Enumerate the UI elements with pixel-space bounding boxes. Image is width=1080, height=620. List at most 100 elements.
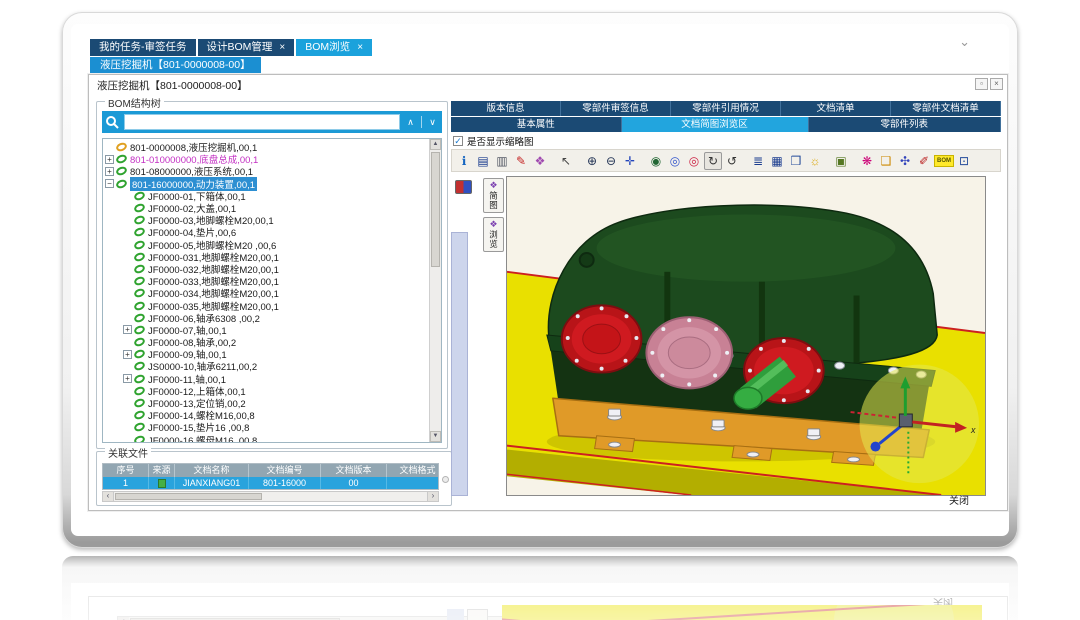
render-mode-icon[interactable]: ❋ bbox=[858, 152, 876, 170]
document-book-icon[interactable] bbox=[455, 180, 472, 194]
select-cursor-icon[interactable]: ↖ bbox=[557, 152, 575, 170]
part-link-icon bbox=[133, 385, 146, 397]
bom-label-icon[interactable]: BOM bbox=[934, 155, 954, 167]
main-tab-label: 设计BOM管理 bbox=[207, 39, 273, 56]
column-header[interactable]: 文档格式 bbox=[387, 464, 439, 477]
zoom-in-icon[interactable]: ⊕ bbox=[583, 152, 601, 170]
part-link-icon bbox=[133, 202, 146, 214]
view-cube-icon[interactable]: ❒ bbox=[787, 152, 805, 170]
tree-expander-icon[interactable]: + bbox=[105, 155, 114, 164]
table-row[interactable]: 1 JIANXIANG01 801-16000 00 bbox=[103, 477, 438, 490]
column-header[interactable]: 序号 bbox=[103, 464, 149, 477]
tab-close-icon[interactable]: × bbox=[279, 39, 285, 56]
info-icon[interactable]: ℹ bbox=[455, 152, 473, 170]
detail-tab[interactable]: 文档清单 bbox=[781, 101, 891, 116]
table-corner-button[interactable] bbox=[442, 476, 449, 483]
close-button[interactable]: × bbox=[990, 78, 1003, 90]
tree-item-label: JF0000-16,螺母M16 ,00,8 bbox=[148, 433, 257, 443]
3d-model-canvas[interactable]: x bbox=[506, 176, 986, 496]
zoom-out-icon[interactable]: ⊖ bbox=[602, 152, 620, 170]
material-icon[interactable]: ❑ bbox=[877, 152, 895, 170]
part-link-icon bbox=[133, 336, 146, 348]
viewer-side-tab[interactable]: ❖ 简图 bbox=[483, 178, 504, 213]
column-header[interactable]: 来源 bbox=[149, 464, 175, 477]
scrollbar-thumb[interactable] bbox=[431, 152, 440, 267]
tree-expander-icon[interactable]: + bbox=[123, 325, 132, 334]
part-link-icon bbox=[133, 288, 146, 300]
tree-item[interactable]: JF0000-16,螺母M16 ,00,8 bbox=[105, 434, 427, 444]
minimize-button[interactable]: ▫ bbox=[975, 78, 988, 90]
orbit-icon[interactable]: ↺ bbox=[723, 152, 741, 170]
viewer-toolbar: ℹ ▤ ▥ ✎ ❖ ↖ ⊕ ⊖ bbox=[451, 149, 1001, 172]
section-table-icon[interactable]: ▦ bbox=[768, 152, 786, 170]
tree-expander-icon[interactable]: + bbox=[105, 167, 114, 176]
close-window-link[interactable]: 关闭 bbox=[949, 492, 969, 507]
snapshot-icon[interactable]: ▣ bbox=[832, 152, 850, 170]
document-tab[interactable]: 液压挖掘机【801-0000008-00】 bbox=[90, 57, 261, 73]
zoom-window-icon[interactable]: ◉ bbox=[647, 152, 665, 170]
bom-tree-panel: BOM结构树 ∧ ∨ 80 bbox=[96, 101, 448, 449]
tree-expander-icon[interactable]: − bbox=[105, 179, 114, 188]
search-next-icon[interactable]: ∨ bbox=[426, 117, 439, 128]
detail-tab[interactable]: 版本信息 bbox=[451, 101, 561, 116]
part-link-icon bbox=[133, 312, 146, 324]
viewer-side-tab-label: 浏览 bbox=[488, 230, 500, 249]
reflection-fade bbox=[62, 556, 1018, 620]
detail-tab[interactable]: 零部件审签信息 bbox=[561, 101, 671, 116]
part-link-icon bbox=[133, 373, 146, 385]
search-icon bbox=[105, 115, 120, 130]
scroll-left-icon[interactable]: ‹ bbox=[103, 492, 114, 501]
column-header[interactable]: 文档版本 bbox=[321, 464, 387, 477]
table-hscrollbar[interactable]: ‹ › bbox=[102, 491, 439, 502]
axis-x-label: x bbox=[970, 425, 976, 435]
column-header[interactable]: 文档编号 bbox=[249, 464, 321, 477]
viewer-side-tab-icon: ❖ bbox=[489, 220, 497, 229]
main-tab[interactable]: 我的任务-审签任务 bbox=[90, 39, 196, 56]
cell-doc-name: JIANXIANG01 bbox=[175, 477, 249, 490]
tree-search-input[interactable] bbox=[124, 114, 400, 130]
part-link-icon bbox=[133, 263, 146, 275]
tree-expander-icon[interactable]: + bbox=[123, 374, 132, 383]
collapsed-panel-strip[interactable] bbox=[451, 232, 468, 496]
scrollbar-thumb[interactable] bbox=[115, 493, 262, 500]
light-icon[interactable]: ☼ bbox=[806, 152, 824, 170]
zoom-select-icon[interactable]: ◎ bbox=[666, 152, 684, 170]
chevron-down-icon[interactable]: ⌄ bbox=[959, 34, 970, 50]
preview-document-icon[interactable]: ▤ bbox=[474, 152, 492, 170]
scroll-right-icon[interactable]: › bbox=[427, 492, 438, 501]
part-link-icon bbox=[133, 409, 146, 421]
viewer-side-tab[interactable]: ❖ 浏览 bbox=[483, 217, 504, 252]
annotate-pen-icon[interactable]: ✎ bbox=[512, 152, 530, 170]
rotate-center-icon[interactable]: ◎ bbox=[685, 152, 703, 170]
tree-item[interactable]: + 801-010000000,底盘总成,00,1 bbox=[105, 153, 120, 165]
export-view-icon[interactable]: ⊡ bbox=[955, 152, 973, 170]
main-tab[interactable]: BOM浏览 × bbox=[296, 39, 372, 56]
part-link-icon bbox=[133, 422, 146, 434]
scroll-down-icon[interactable]: ▼ bbox=[430, 431, 441, 442]
thumbnail-checkbox[interactable]: ✓ bbox=[453, 136, 463, 146]
detail-tab[interactable]: 基本属性 bbox=[451, 117, 622, 132]
tab-close-icon[interactable]: × bbox=[357, 39, 363, 56]
tree-scrollbar[interactable]: ▲ ▼ bbox=[429, 139, 441, 442]
compass-icon[interactable]: ✣ bbox=[896, 152, 914, 170]
viewer-side-gutter: ❖ 简图 ❖ 浏览 bbox=[451, 176, 506, 496]
column-header[interactable]: 文档名称 bbox=[175, 464, 249, 477]
part-link-icon bbox=[133, 324, 146, 336]
scroll-up-icon[interactable]: ▲ bbox=[430, 139, 441, 150]
viewer-side-tab-label: 简图 bbox=[488, 191, 500, 210]
detail-tab[interactable]: 零部件引用情况 bbox=[671, 101, 781, 116]
detail-tab[interactable]: 零部件文档清单 bbox=[891, 101, 1001, 116]
print-icon[interactable]: ▥ bbox=[493, 152, 511, 170]
palette-icon[interactable]: ❖ bbox=[531, 152, 549, 170]
rotate-view-icon[interactable]: ↻ bbox=[704, 152, 722, 170]
detail-tab[interactable]: 零部件列表 bbox=[809, 117, 1002, 132]
paint-brush-icon[interactable]: ✐ bbox=[915, 152, 933, 170]
zoom-fit-icon[interactable]: ✛ bbox=[621, 152, 639, 170]
search-prev-icon[interactable]: ∧ bbox=[404, 117, 417, 128]
part-link-icon bbox=[133, 190, 146, 202]
bom-browse-window: 液压挖掘机【801-0000008-00】 ▫ × BOM结构树 ∧ ∨ bbox=[88, 74, 1008, 511]
detail-tab[interactable]: 文档简图浏览区 bbox=[622, 117, 809, 132]
main-tab[interactable]: 设计BOM管理 × bbox=[198, 39, 295, 56]
layers-icon[interactable]: ≣ bbox=[749, 152, 767, 170]
tree-expander-icon[interactable]: + bbox=[123, 350, 132, 359]
